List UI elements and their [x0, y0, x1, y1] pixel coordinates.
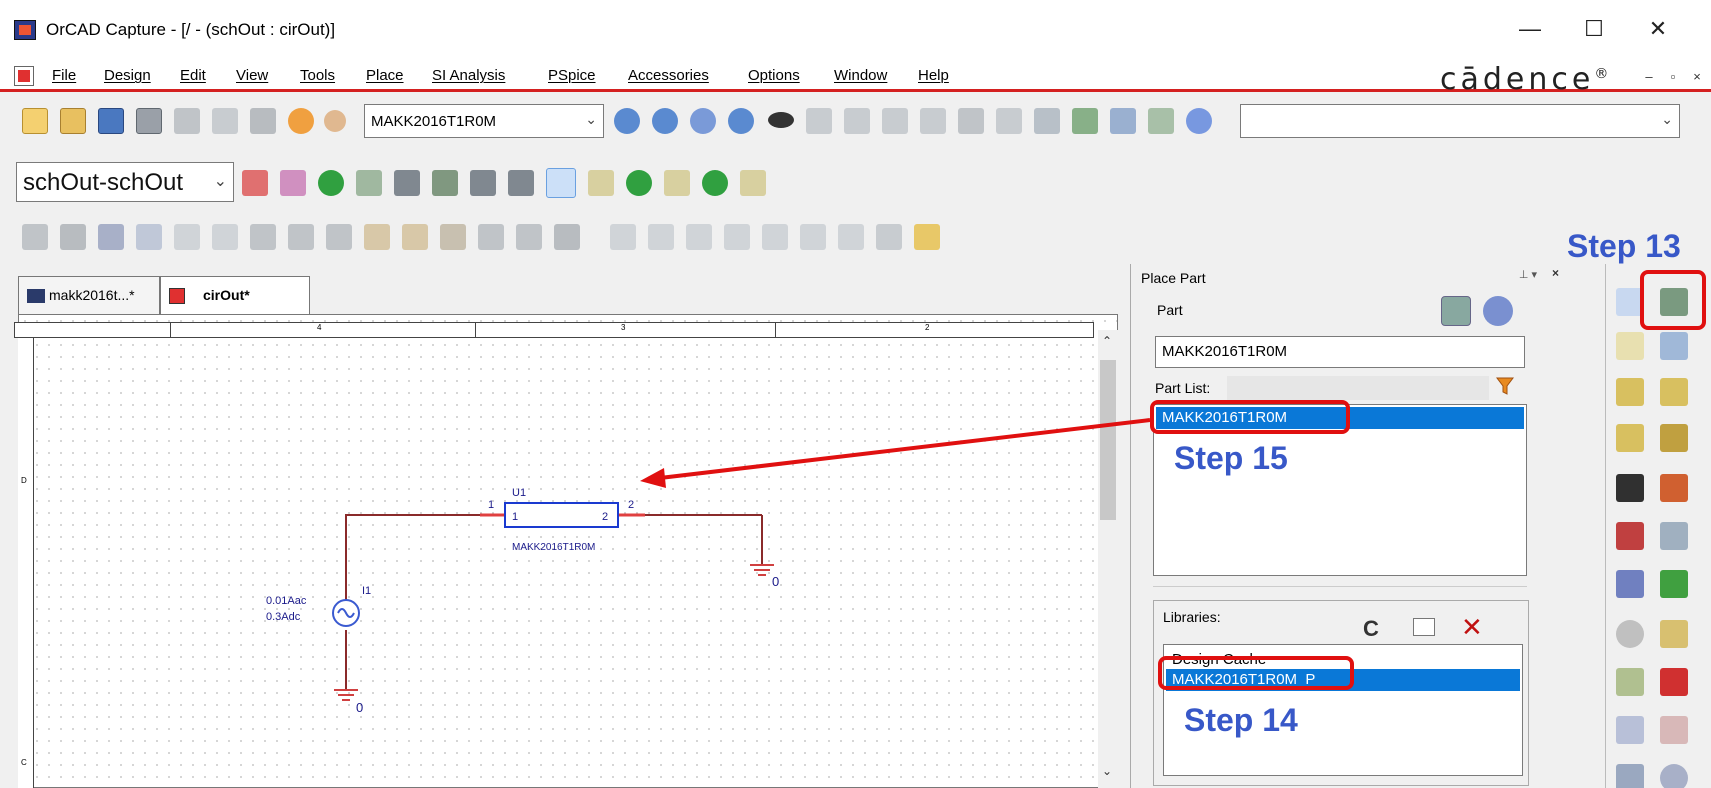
step15-arrow-head — [640, 468, 666, 488]
annotation-overlay — [640, 418, 1151, 488]
step15-arrow-line — [659, 418, 1151, 480]
orcad-capture-window: OrCAD Capture - [/ - (schOut : cirOut)] … — [0, 0, 1711, 788]
